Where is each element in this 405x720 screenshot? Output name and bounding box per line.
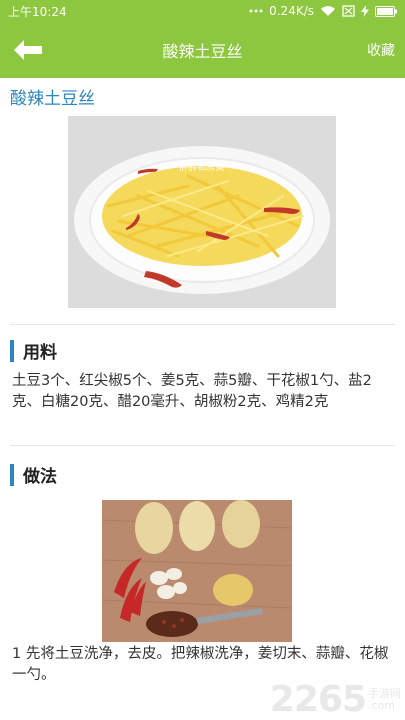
sim-off-icon	[342, 5, 355, 17]
charging-icon	[361, 5, 369, 17]
site-watermark: 2265 手游网 .com	[270, 679, 401, 720]
watermark-label: 手游网	[368, 686, 401, 700]
app-bar: 酸辣土豆丝 收藏	[0, 22, 405, 78]
watermark-number: 2265	[269, 679, 367, 720]
ingredients-text: 土豆3个、红尖椒5个、姜5克、蒜5瓣、干花椒1勺、盐2克、白糖20克、醋20毫升…	[12, 373, 372, 410]
status-icons: 0.24K/s	[249, 4, 397, 18]
step-photo	[102, 500, 292, 642]
more-dots-icon	[249, 9, 263, 13]
recipe-content: 酸辣土豆丝 胖胖私房菜 用料 土豆3个、红尖椒5个、姜5克、蒜5瓣、干花椒1勺、…	[0, 78, 405, 683]
ingredients-header: 用料	[10, 338, 57, 363]
section-accent-bar	[10, 463, 14, 486]
watermark-suffix: .com	[368, 698, 395, 712]
recipe-title: 酸辣土豆丝	[10, 89, 95, 109]
battery-icon	[375, 5, 397, 17]
status-time: 上午10:24	[8, 4, 67, 19]
divider	[10, 445, 395, 446]
app-bar-title: 酸辣土豆丝	[162, 42, 243, 61]
method-header: 做法	[10, 462, 57, 487]
status-bar: 上午10:24 0.24K/s	[0, 0, 405, 22]
recipe-photo-watermark: 胖胖私房菜	[179, 161, 224, 173]
recipe-photo: 胖胖私房菜	[68, 116, 336, 308]
network-speed: 0.24K/s	[269, 4, 314, 18]
ingredients-heading: 用料	[23, 343, 57, 363]
back-arrow-icon	[14, 40, 42, 60]
section-accent-bar	[10, 339, 14, 362]
method-heading: 做法	[23, 467, 57, 487]
favorite-button[interactable]: 收藏	[367, 40, 395, 60]
divider	[10, 324, 395, 325]
back-button[interactable]	[6, 28, 50, 72]
wifi-icon	[320, 5, 336, 17]
